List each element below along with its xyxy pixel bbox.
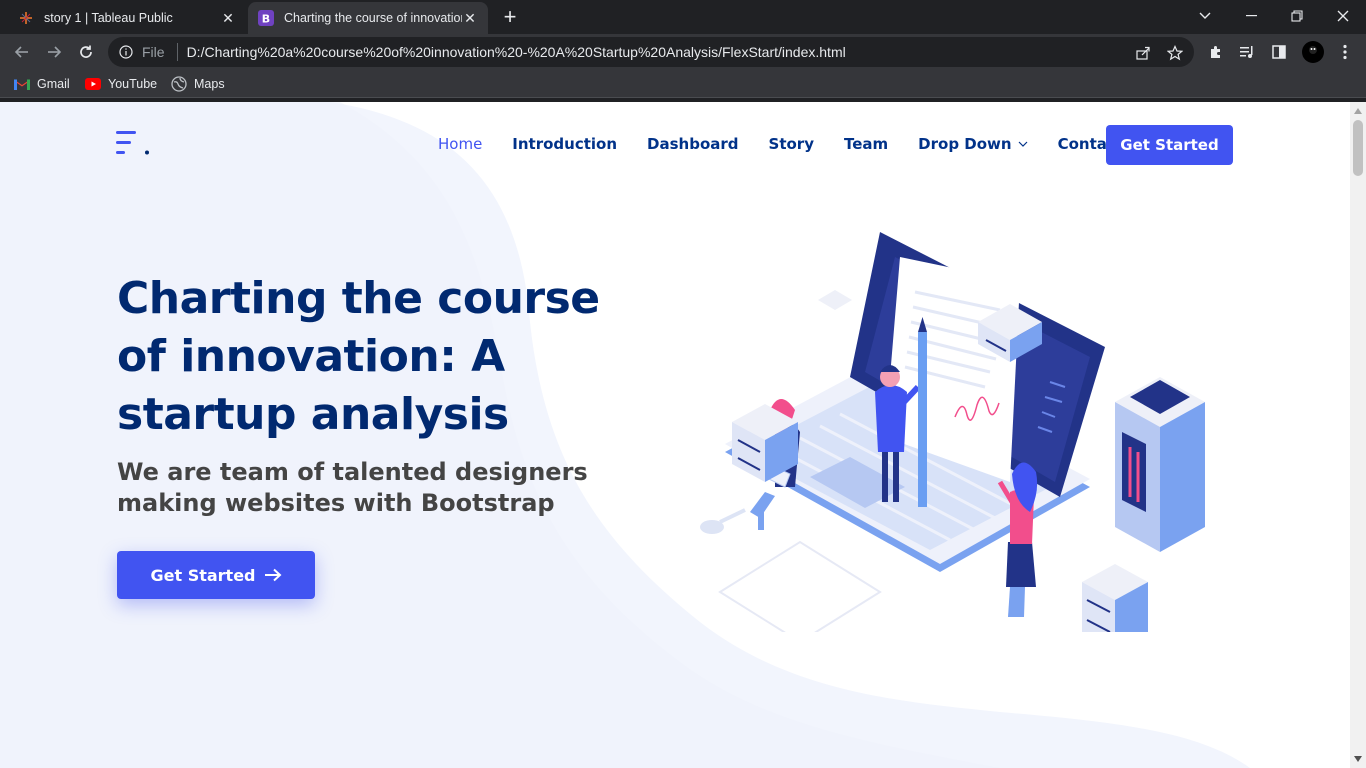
hero-cta-label: Get Started bbox=[150, 565, 256, 585]
minimize-icon[interactable] bbox=[1228, 0, 1274, 32]
close-tab-icon[interactable]: ✕ bbox=[220, 10, 236, 26]
hero-get-started-button[interactable]: Get Started bbox=[117, 551, 315, 599]
bookmark-label: Gmail bbox=[37, 77, 70, 91]
media-control-icon[interactable] bbox=[1238, 43, 1256, 61]
hero-subtitle: We are team of talented designers making… bbox=[117, 458, 588, 517]
hero-illustration bbox=[700, 232, 1205, 632]
main-nav: Home Introduction Dashboard Story Team D… bbox=[438, 135, 1153, 153]
site-header: Home Introduction Dashboard Story Team D… bbox=[0, 102, 1350, 188]
gmail-icon bbox=[14, 76, 30, 92]
nav-team[interactable]: Team bbox=[844, 135, 888, 153]
scrollbar-thumb[interactable] bbox=[1353, 120, 1363, 176]
bookmark-youtube[interactable]: YouTube bbox=[85, 75, 157, 93]
nav-home[interactable]: Home bbox=[438, 135, 482, 153]
outline-shape bbox=[718, 540, 882, 632]
scroll-up-icon[interactable] bbox=[1354, 107, 1362, 115]
side-panel-icon[interactable] bbox=[1270, 43, 1288, 61]
pen bbox=[918, 317, 927, 507]
server-right-stack bbox=[1082, 564, 1148, 632]
tab-tableau[interactable]: story 1 | Tableau Public ✕ bbox=[8, 2, 246, 34]
nav-dashboard[interactable]: Dashboard bbox=[647, 135, 738, 153]
tab-title: story 1 | Tableau Public bbox=[44, 11, 173, 25]
server-tower bbox=[1115, 377, 1205, 552]
vertical-scrollbar[interactable] bbox=[1350, 102, 1366, 768]
logo-icon[interactable] bbox=[116, 130, 152, 158]
bookmark-maps[interactable]: Maps bbox=[171, 75, 225, 93]
menu-kebab-icon[interactable] bbox=[1336, 43, 1354, 61]
tableau-icon bbox=[18, 10, 34, 26]
chevron-down-icon bbox=[1018, 139, 1028, 149]
svg-text:B: B bbox=[262, 13, 270, 26]
nav-story[interactable]: Story bbox=[769, 135, 814, 153]
profile-avatar[interactable] bbox=[1302, 41, 1324, 63]
reload-icon[interactable] bbox=[74, 40, 98, 64]
tab-flexstart[interactable]: B Charting the course of innovation ✕ bbox=[248, 2, 488, 34]
tab-title: Charting the course of innovation bbox=[284, 11, 462, 25]
scheme-label: File bbox=[142, 44, 165, 60]
scroll-down-icon[interactable] bbox=[1354, 755, 1362, 763]
bookmarks-bar: Gmail YouTube Maps bbox=[0, 70, 1366, 98]
forward-icon[interactable] bbox=[42, 40, 66, 64]
close-window-icon[interactable] bbox=[1320, 0, 1366, 32]
nav-dropdown-label: Drop Down bbox=[918, 135, 1012, 153]
tab-strip: story 1 | Tableau Public ✕ B Charting th… bbox=[0, 0, 1366, 34]
page-viewport: Home Introduction Dashboard Story Team D… bbox=[0, 102, 1350, 768]
key-shape bbox=[700, 508, 746, 534]
extensions-icon[interactable] bbox=[1207, 43, 1225, 61]
address-bar[interactable]: File D:/Charting%20a%20course%20of%20inn… bbox=[108, 37, 1194, 67]
bookmark-gmail[interactable]: Gmail bbox=[14, 75, 70, 93]
bookmark-label: YouTube bbox=[108, 77, 158, 91]
tab-search-icon[interactable] bbox=[1182, 0, 1228, 32]
nav-dropdown[interactable]: Drop Down bbox=[918, 135, 1028, 153]
share-icon[interactable] bbox=[1134, 44, 1152, 62]
tile-shape bbox=[818, 290, 852, 310]
back-icon[interactable] bbox=[10, 40, 34, 64]
bookmark-star-icon[interactable] bbox=[1166, 44, 1184, 62]
site-info-icon[interactable] bbox=[118, 44, 134, 60]
header-get-started-button[interactable]: Get Started bbox=[1106, 125, 1233, 165]
youtube-icon bbox=[85, 76, 101, 92]
bookmark-label: Maps bbox=[194, 77, 225, 91]
arrow-right-icon bbox=[264, 568, 282, 582]
separator bbox=[176, 43, 178, 61]
url-text[interactable]: D:/Charting%20a%20course%20of%20innovati… bbox=[187, 44, 846, 60]
nav-introduction[interactable]: Introduction bbox=[512, 135, 617, 153]
restore-icon[interactable] bbox=[1274, 0, 1320, 32]
bootstrap-icon: B bbox=[258, 10, 274, 26]
hero-title: Charting the course of innovation: A sta… bbox=[117, 273, 600, 440]
new-tab-button[interactable]: + bbox=[498, 6, 522, 30]
close-tab-icon[interactable]: ✕ bbox=[462, 10, 478, 26]
browser-toolbar: File D:/Charting%20a%20course%20of%20inn… bbox=[0, 34, 1366, 70]
maps-icon bbox=[171, 76, 187, 92]
